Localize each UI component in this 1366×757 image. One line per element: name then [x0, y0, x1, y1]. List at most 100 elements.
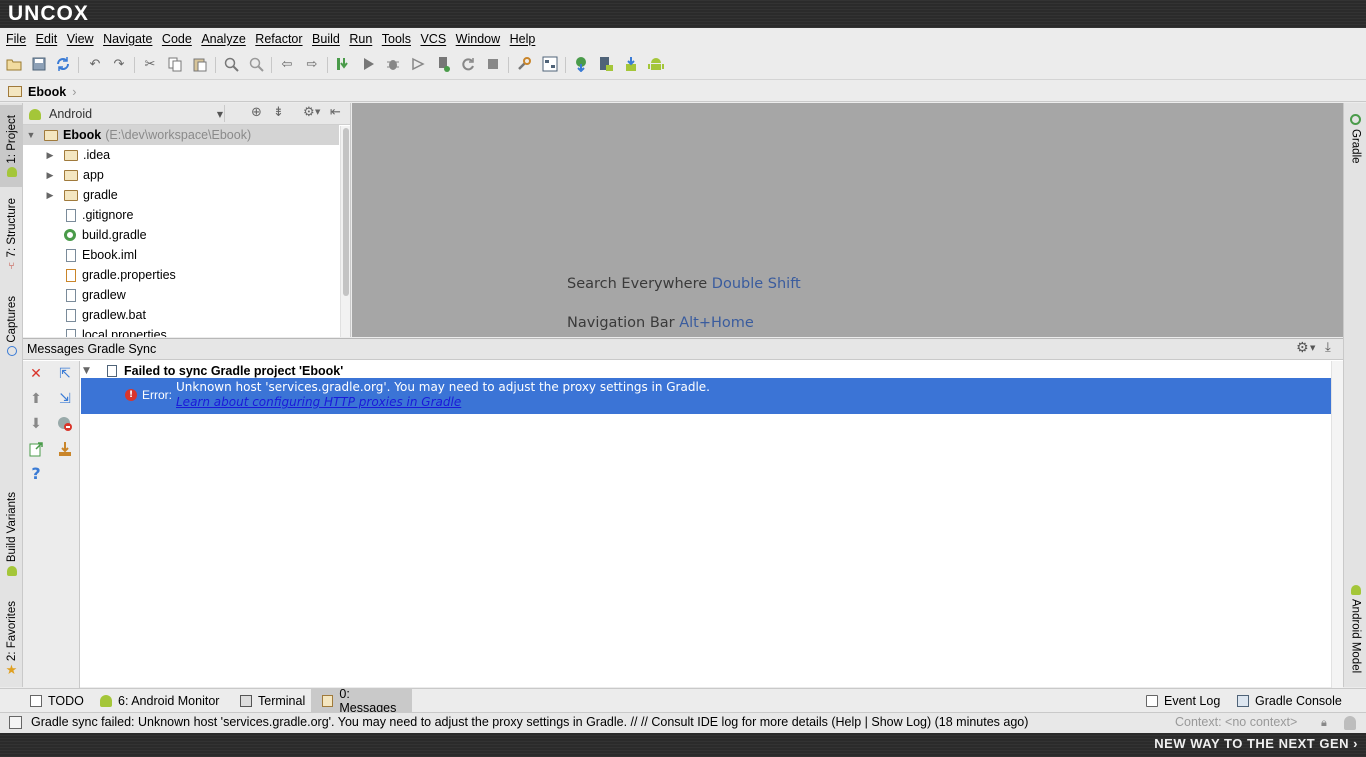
tree-item-gradlew-bat[interactable]: gradlew.bat	[23, 305, 146, 325]
menu-window[interactable]: Window	[456, 32, 500, 46]
footer-tagline: NEW WAY TO THE NEXT GEN ›	[1154, 736, 1358, 751]
toggle-tool-windows-icon[interactable]	[9, 716, 22, 729]
run-icon[interactable]	[359, 55, 377, 73]
replace-icon[interactable]	[247, 55, 265, 73]
android-device-monitor-icon[interactable]	[647, 55, 665, 73]
gear-dropdown-icon[interactable]: ▼	[1310, 344, 1315, 352]
menu-edit[interactable]: Edit	[36, 32, 58, 46]
tab-todo-label: TODO	[48, 693, 84, 708]
avd-manager-icon[interactable]	[597, 55, 615, 73]
project-view-selector[interactable]: Android ▼	[29, 106, 223, 122]
error-message-row[interactable]: ! Error: Unknown host 'services.gradle.o…	[81, 378, 1331, 414]
download-icon[interactable]	[56, 440, 74, 458]
stop-icon[interactable]	[484, 55, 502, 73]
copy-icon[interactable]	[166, 55, 184, 73]
tab-event-log[interactable]: Event Log	[1140, 689, 1226, 712]
tab-todo[interactable]: TODO	[24, 689, 90, 712]
sync-group-row[interactable]: ▼ Failed to sync Gradle project 'Ebook'	[83, 362, 343, 379]
project-scrollbar[interactable]	[340, 126, 350, 337]
settings-wrench-icon[interactable]	[515, 55, 533, 73]
tree-item-gradle[interactable]: ▶ gradle	[23, 185, 118, 205]
hide-panel-icon[interactable]: ⇤	[330, 105, 341, 120]
help-icon[interactable]: ?	[27, 465, 45, 483]
tree-item-build-gradle[interactable]: build.gradle	[23, 225, 147, 245]
tab-gradle-console[interactable]: Gradle Console	[1231, 689, 1348, 712]
attach-debugger-icon[interactable]	[434, 55, 452, 73]
tab-event-log-label: Event Log	[1164, 693, 1221, 708]
status-context[interactable]: Context: <no context>	[1175, 715, 1297, 729]
collapse-all-icon[interactable]: ⇟	[273, 105, 284, 120]
undo-icon[interactable]: ↶	[86, 55, 104, 73]
sync-gradle-icon[interactable]	[572, 55, 590, 73]
menu-file[interactable]: File	[6, 32, 26, 46]
expand-all-icon[interactable]: ⇱	[56, 365, 74, 383]
close-icon[interactable]: ✕	[27, 365, 45, 383]
cut-icon[interactable]: ✂	[141, 55, 159, 73]
debug-icon[interactable]	[384, 55, 402, 73]
tree-item-idea[interactable]: ▶ .idea	[23, 145, 111, 165]
menu-vcs[interactable]: VCS	[420, 32, 446, 46]
tab-structure[interactable]: 7: Structure ⑂	[0, 193, 23, 277]
tab-android-monitor[interactable]: 6: Android Monitor	[94, 689, 225, 712]
tab-favorites-label: 2: Favorites	[5, 600, 18, 662]
project-view-label: Android	[49, 107, 93, 121]
tab-captures[interactable]: Captures	[0, 291, 23, 361]
sync-icon[interactable]	[54, 55, 72, 73]
export-to-text-icon[interactable]	[27, 440, 45, 458]
back-icon[interactable]: ⇦	[278, 55, 296, 73]
breadcrumb-project[interactable]: Ebook ›	[8, 83, 86, 100]
tree-item-ebook-iml[interactable]: Ebook.iml	[23, 245, 137, 265]
make-project-icon[interactable]	[335, 55, 353, 73]
tree-item-gradlew[interactable]: gradlew	[23, 285, 126, 305]
open-folder-icon[interactable]	[5, 55, 23, 73]
menu-help[interactable]: Help	[510, 32, 536, 46]
scroll-from-source-icon[interactable]: ⊕	[251, 105, 262, 120]
proxy-help-link[interactable]: Learn about configuring HTTP proxies in …	[176, 395, 461, 409]
lock-icon[interactable]: 🔒︎	[1321, 716, 1327, 730]
event-log-icon	[1146, 694, 1158, 707]
coverage-icon[interactable]	[409, 55, 427, 73]
rerun-icon[interactable]	[459, 55, 477, 73]
inspector-icon[interactable]	[1344, 716, 1356, 730]
tree-item-gradle-properties[interactable]: gradle.properties	[23, 265, 176, 285]
gear-icon[interactable]: ⚙	[1296, 340, 1309, 356]
sdk-manager-icon[interactable]	[622, 55, 640, 73]
menu-build[interactable]: Build	[312, 32, 340, 46]
bottom-tool-tabs: TODO 6: Android Monitor Terminal 0: Mess…	[0, 687, 1366, 715]
forward-icon[interactable]: ⇨	[303, 55, 321, 73]
gear-dropdown-icon[interactable]: ▼	[315, 108, 320, 116]
redo-icon[interactable]: ↷	[110, 55, 128, 73]
tab-build-variants[interactable]: Build Variants	[0, 486, 23, 582]
status-message[interactable]: Gradle sync failed: Unknown host 'servic…	[31, 715, 1028, 729]
tree-root-row[interactable]: ▼ Ebook (E:\dev\workspace\Ebook)	[23, 125, 339, 145]
tab-project[interactable]: 1: Project	[0, 105, 23, 187]
tab-terminal[interactable]: Terminal	[234, 689, 311, 712]
tab-favorites[interactable]: 2: Favorites ★	[0, 597, 23, 681]
previous-message-icon[interactable]: ⬆	[27, 390, 45, 408]
left-tool-stripe: 1: Project 7: Structure ⑂ Captures Build…	[0, 103, 23, 687]
collapse-all-icon[interactable]: ⇲	[56, 390, 74, 408]
save-all-icon[interactable]	[30, 55, 48, 73]
tab-gradle[interactable]: Gradle	[1344, 109, 1366, 169]
hide-warnings-icon[interactable]	[56, 415, 74, 433]
project-scrollbar-thumb[interactable]	[343, 128, 349, 296]
tab-messages[interactable]: 0: Messages	[311, 687, 412, 715]
next-message-icon[interactable]: ⬇	[27, 415, 45, 433]
menu-navigate[interactable]: Navigate	[103, 32, 152, 46]
menu-tools[interactable]: Tools	[382, 32, 411, 46]
menu-refactor[interactable]: Refactor	[255, 32, 302, 46]
project-structure-icon[interactable]	[541, 55, 559, 73]
menu-analyze[interactable]: Analyze	[201, 32, 245, 46]
menu-run[interactable]: Run	[349, 32, 372, 46]
paste-icon[interactable]	[191, 55, 209, 73]
find-icon[interactable]	[222, 55, 240, 73]
menu-view[interactable]: View	[67, 32, 94, 46]
tree-item-local-properties[interactable]: local.properties	[23, 325, 167, 337]
tab-android-model[interactable]: Android Model	[1344, 581, 1366, 677]
menu-code[interactable]: Code	[162, 32, 192, 46]
hide-panel-icon[interactable]: ⤓	[1325, 340, 1331, 355]
gear-icon[interactable]: ⚙	[303, 105, 315, 120]
messages-scrollbar[interactable]	[1331, 361, 1343, 688]
tree-item-app[interactable]: ▶ app	[23, 165, 104, 185]
tree-item-gitignore[interactable]: .gitignore	[23, 205, 133, 225]
